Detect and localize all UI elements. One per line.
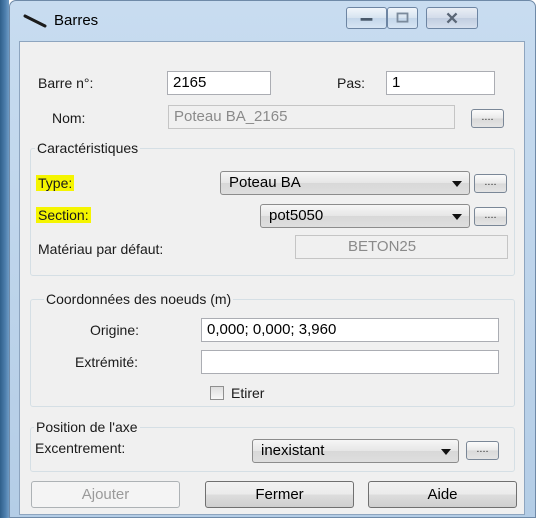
bar-app-icon: [23, 14, 47, 28]
section-dropdown[interactable]: pot5050: [260, 204, 470, 228]
section-dropdown-value: pot5050: [269, 207, 324, 224]
nom-field[interactable]: Poteau BA_2165: [168, 105, 455, 129]
type-label: Type:: [36, 175, 75, 191]
origine-field[interactable]: 0,000; 0,000; 3,960: [201, 318, 499, 342]
dropdown-arrow-icon: [441, 449, 451, 455]
window-title: Barres: [54, 12, 99, 29]
barres-dialog: Barres Barre n°: 2165 Pas: 1 Nom: Poteau…: [9, 0, 536, 518]
pas-label: Pas:: [337, 75, 366, 91]
dropdown-arrow-icon: [452, 181, 462, 187]
materiau-label: Matériau par défaut:: [38, 241, 164, 257]
close-icon: [446, 12, 458, 24]
excentrement-dropdown-value: inexistant: [261, 442, 325, 459]
minimize-button[interactable]: [346, 7, 387, 29]
type-dropdown-value: Poteau BA: [229, 174, 301, 191]
minimize-icon: [360, 18, 373, 21]
materiau-field[interactable]: BETON25: [295, 235, 508, 259]
close-button[interactable]: [426, 7, 478, 29]
dropdown-arrow-icon: [452, 214, 462, 220]
fermer-button[interactable]: Fermer: [205, 481, 354, 508]
maximize-button[interactable]: [387, 7, 418, 29]
axe-title: Position de l'axe: [34, 419, 140, 435]
extremite-field[interactable]: [201, 350, 499, 374]
caracteristiques-title: Caractéristiques: [35, 140, 141, 156]
excentrement-browse-button[interactable]: ....: [466, 441, 499, 460]
section-label: Section:: [36, 207, 91, 223]
etirer-checkbox[interactable]: [210, 386, 224, 400]
etirer-label[interactable]: Etirer: [231, 385, 264, 401]
extremite-label: Extrémité:: [75, 354, 139, 370]
ajouter-button[interactable]: Ajouter: [31, 481, 180, 508]
origine-label: Origine:: [90, 322, 140, 338]
barre-number-field[interactable]: 2165: [167, 71, 271, 95]
nom-label: Nom:: [52, 110, 86, 126]
excentrement-label: Excentrement:: [35, 440, 126, 456]
type-browse-button[interactable]: ....: [474, 174, 507, 193]
aide-button[interactable]: Aide: [368, 481, 517, 508]
nom-browse-button[interactable]: ....: [471, 109, 504, 128]
section-browse-button[interactable]: ....: [474, 207, 507, 226]
background-window-edge: [0, 0, 9, 518]
type-dropdown[interactable]: Poteau BA: [220, 171, 470, 195]
dialog-client-area: Barre n°: 2165 Pas: 1 Nom: Poteau BA_216…: [19, 41, 525, 515]
pas-field[interactable]: 1: [386, 71, 495, 95]
coordonnees-title: Coordonnées des noeuds (m): [44, 291, 234, 307]
excentrement-dropdown[interactable]: inexistant: [252, 439, 459, 463]
barre-number-label: Barre n°:: [38, 75, 94, 91]
maximize-icon: [396, 12, 409, 23]
title-bar[interactable]: Barres: [10, 1, 535, 41]
